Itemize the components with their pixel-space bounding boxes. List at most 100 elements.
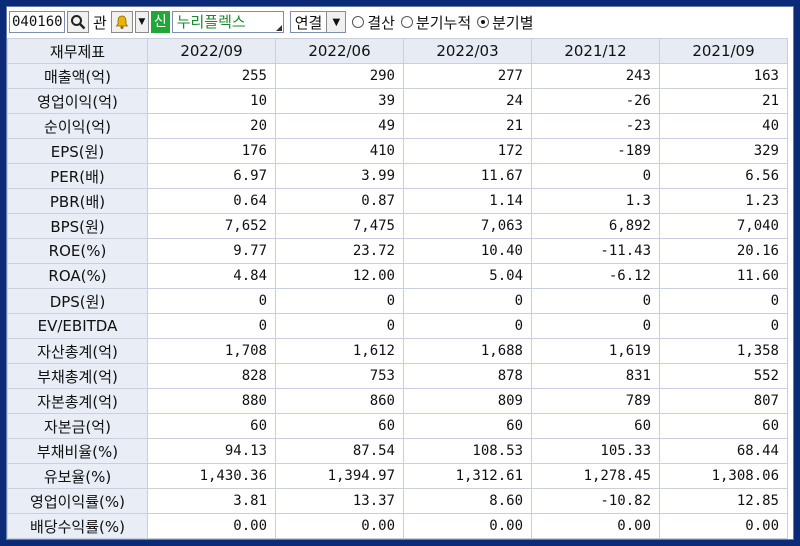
bell-icon [115,15,129,29]
table-cell: 1,312.61 [403,463,532,489]
period-header[interactable]: 2021/12 [531,38,660,64]
search-button[interactable] [67,11,89,33]
table-cell: 176 [147,138,276,164]
alert-button[interactable] [110,11,133,33]
radio-annual[interactable]: 결산 [352,12,395,33]
row-label: 배당수익률(%) [7,513,148,539]
row-label: 매출액(억) [7,63,148,89]
radio-circle-selected-icon [477,16,490,28]
table-cell: 410 [275,138,404,164]
table-cell: 10 [147,88,276,114]
table-cell: -11.43 [531,238,660,264]
table-cell: 40 [659,113,788,139]
table-cell: 0.00 [531,513,660,539]
header-label: 재무제표 [7,38,148,64]
table-cell: 0 [531,163,660,189]
row-label: ROE(%) [7,238,148,264]
table-cell: 0 [147,313,276,339]
table-cell: 7,475 [275,213,404,239]
company-name-field[interactable]: 누리플렉스 [171,11,284,33]
period-header[interactable]: 2022/03 [403,38,532,64]
table-cell: 0.00 [147,513,276,539]
row-label: 순이익(억) [7,113,148,139]
period-header[interactable]: 2022/09 [147,38,276,64]
financial-summary-window: 관 ▼ 신 누리플렉스 연결 ▼ 결산 분기누적 분기별 [6,6,794,540]
table-cell: 0.00 [659,513,788,539]
table-cell: 1,278.45 [531,463,660,489]
table-cell: 1.3 [531,188,660,214]
table-cell: 1.14 [403,188,532,214]
table-cell: 13.37 [275,488,404,514]
row-label: 영업이익률(%) [7,488,148,514]
table-row: 매출액(억) 255 290 277 243 163 [7,63,788,89]
table-cell: 0 [403,313,532,339]
table-cell: 0 [659,288,788,314]
table-cell: 94.13 [147,438,276,464]
radio-quarterly[interactable]: 분기별 [477,12,534,33]
table-cell: 0.00 [403,513,532,539]
table-cell: 108.53 [403,438,532,464]
row-label: PER(배) [7,163,148,189]
period-header[interactable]: 2022/06 [275,38,404,64]
table-cell: 21 [403,113,532,139]
table-cell: 60 [659,413,788,439]
table-cell: -6.12 [531,263,660,289]
table-cell: 39 [275,88,404,114]
table-row: EPS(원) 176 410 172 -189 329 [7,138,788,164]
row-label: BPS(원) [7,213,148,239]
table-cell: 12.85 [659,488,788,514]
row-label: 유보율(%) [7,463,148,489]
row-label: 부채비율(%) [7,438,148,464]
radio-annual-label: 결산 [367,13,395,32]
table-cell: 24 [403,88,532,114]
table-cell: 11.60 [659,263,788,289]
radio-circle-icon [352,16,365,28]
table-cell: 552 [659,363,788,389]
table-row: 순이익(억) 20 49 21 -23 40 [7,113,788,139]
gwan-label[interactable]: 관 [91,12,109,33]
table-cell: 1,688 [403,338,532,364]
table-cell: 7,652 [147,213,276,239]
table-row: EV/EBITDA 0 0 0 0 0 [7,313,788,339]
stock-code-input[interactable] [9,11,65,33]
row-label: ROA(%) [7,263,148,289]
row-label: 자본금(억) [7,413,148,439]
table-cell: 23.72 [275,238,404,264]
table-cell: 831 [531,363,660,389]
period-header[interactable]: 2021/09 [659,38,788,64]
radio-quarter-cumulative[interactable]: 분기누적 [400,12,471,33]
table-cell: 1.23 [659,188,788,214]
toolbar: 관 ▼ 신 누리플렉스 연결 ▼ 결산 분기누적 분기별 [7,7,793,37]
table-cell: 809 [403,388,532,414]
table-cell: 1,619 [531,338,660,364]
table-cell: 0 [659,313,788,339]
table-row: BPS(원) 7,652 7,475 7,063 6,892 7,040 [7,213,788,239]
table-row: DPS(원) 0 0 0 0 0 [7,288,788,314]
table-row: 영업이익(억) 10 39 24 -26 21 [7,88,788,114]
row-label: 자본총계(억) [7,388,148,414]
table-cell: 0.00 [275,513,404,539]
chevron-down-icon[interactable]: ▼ [326,12,346,32]
consolidation-value: 연결 [294,13,323,32]
table-cell: 4.84 [147,263,276,289]
table-cell: 880 [147,388,276,414]
row-label: EV/EBITDA [7,313,148,339]
table-row: 부채비율(%) 94.13 87.54 108.53 105.33 68.44 [7,438,788,464]
table-header-row: 재무제표 2022/09 2022/06 2022/03 2021/12 202… [7,38,788,64]
table-row: 자본금(억) 60 60 60 60 60 [7,413,788,439]
table-cell: 0.87 [275,188,404,214]
consolidation-select[interactable]: 연결 ▼ [289,11,347,33]
table-cell: 105.33 [531,438,660,464]
table-cell: 21 [659,88,788,114]
table-cell: 5.04 [403,263,532,289]
table-cell: 1,358 [659,338,788,364]
table-cell: 878 [403,363,532,389]
alert-dropdown-button[interactable]: ▼ [134,11,149,33]
corner-triangle-icon [275,25,282,31]
table-cell: -189 [531,138,660,164]
table-cell: 0 [147,288,276,314]
table-cell: 172 [403,138,532,164]
table-cell: 1,612 [275,338,404,364]
table-row: 자산총계(억) 1,708 1,612 1,688 1,619 1,358 [7,338,788,364]
table-cell: 1,394.97 [275,463,404,489]
